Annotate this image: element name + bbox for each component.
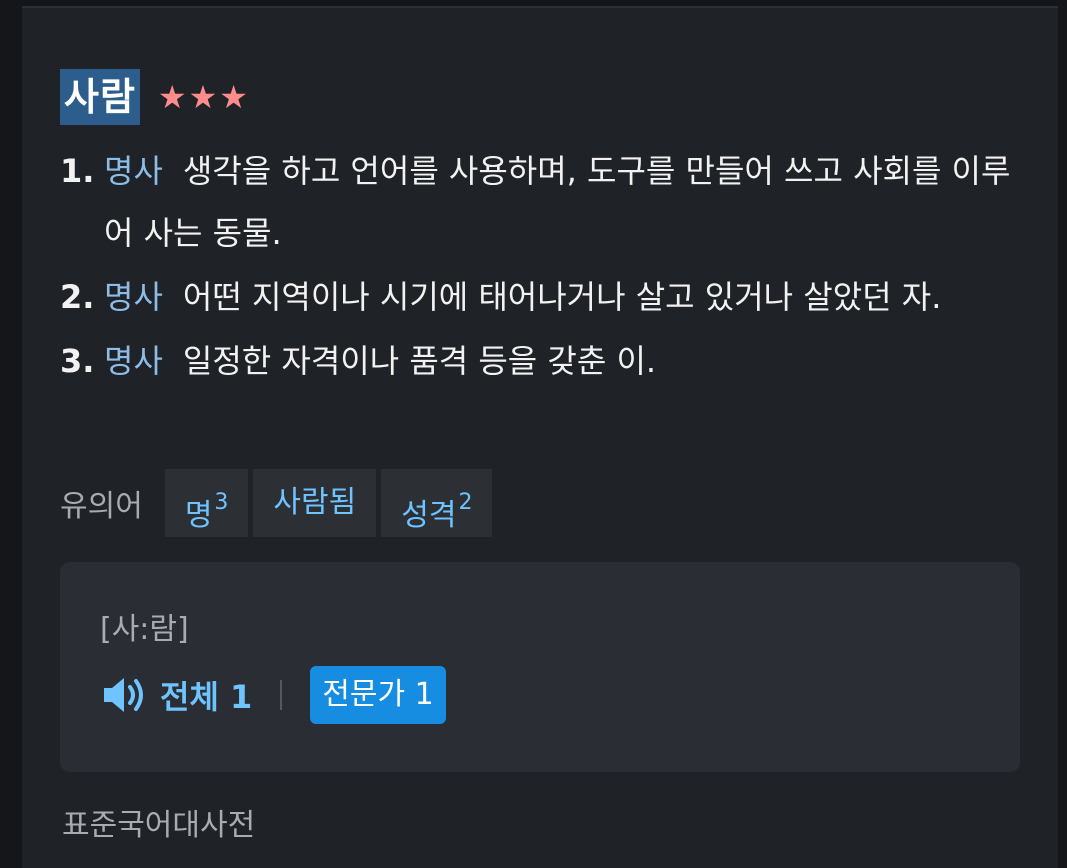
sense-number: 1. <box>60 152 95 190</box>
divider <box>280 680 283 710</box>
sense-definition: 일정한 자격이나 품격 등을 갖춘 이. <box>182 342 657 380</box>
sense-definition: 어떤 지역이나 시기에 태어나거나 살고 있거나 살았던 자. <box>182 278 942 316</box>
synonym-label: 유의어 <box>60 489 143 524</box>
sense-number: 2. <box>60 278 95 316</box>
sense-body: 명사 생각을 하고 언어를 사용하며, 도구를 만들어 쓰고 사회를 이루어 사는… <box>104 140 1020 264</box>
sense-list: 1. 명사 생각을 하고 언어를 사용하며, 도구를 만들어 쓰고 사회를 이루어… <box>60 140 1020 394</box>
synonym-chip[interactable]: 성격2 <box>381 469 493 537</box>
synonym-row: 유의어 명3 사람됨 성격2 <box>60 469 497 537</box>
sense-body: 명사 일정한 자격이나 품격 등을 갖춘 이. <box>104 330 1020 392</box>
sense-definition: 생각을 하고 언어를 사용하며, 도구를 만들어 쓰고 사회를 이루어 사는 동… <box>104 152 1011 252</box>
synonym-word: 명 <box>184 498 213 533</box>
sense-item: 2. 명사 어떤 지역이나 시기에 태어나거나 살고 있거나 살았던 자. <box>60 266 1020 328</box>
synonym-word: 사람됨 <box>273 485 357 520</box>
synonym-word: 성격 <box>401 498 457 533</box>
headword-row: 사람 ★★★ <box>60 66 250 128</box>
sense-body: 명사 어떤 지역이나 시기에 태어나거나 살고 있거나 살았던 자. <box>104 266 1020 328</box>
synonym-chip[interactable]: 사람됨 <box>253 469 377 537</box>
page: 사람 ★★★ 1. 명사 생각을 하고 언어를 사용하며, 도구를 만들어 쓰고 … <box>0 0 1067 868</box>
homonym-number: 3 <box>214 490 229 515</box>
pronunciation-panel: [사:람] 전체 1 전문가 1 <box>60 562 1020 772</box>
speaker-icon[interactable] <box>102 675 148 715</box>
homonym-number: 2 <box>458 490 473 515</box>
importance-stars: ★★★ <box>157 78 250 116</box>
part-of-speech[interactable]: 명사 <box>104 278 163 316</box>
dictionary-source[interactable]: 표준국어대사전 <box>62 800 255 844</box>
sense-item: 3. 명사 일정한 자격이나 품격 등을 갖춘 이. <box>60 330 1020 392</box>
part-of-speech[interactable]: 명사 <box>104 342 163 380</box>
part-of-speech[interactable]: 명사 <box>104 152 163 190</box>
expert-audio-button[interactable]: 전문가 1 <box>310 666 446 724</box>
pronunciation-text: [사:람] <box>100 612 189 647</box>
synonym-chip[interactable]: 명3 <box>164 469 249 537</box>
headword[interactable]: 사람 <box>60 69 140 125</box>
sense-item: 1. 명사 생각을 하고 언어를 사용하며, 도구를 만들어 쓰고 사회를 이루어… <box>60 140 1020 264</box>
audio-row: 전체 1 전문가 1 <box>102 666 446 724</box>
sense-number: 3. <box>60 342 95 380</box>
play-all-button[interactable]: 전체 1 <box>160 672 252 718</box>
